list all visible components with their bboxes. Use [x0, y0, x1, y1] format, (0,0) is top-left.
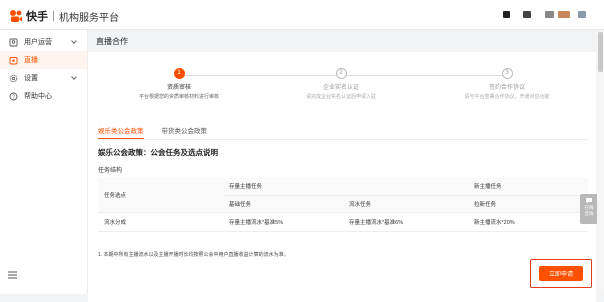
notification-icon[interactable]	[503, 11, 510, 18]
step-number: 2	[335, 68, 347, 79]
live-icon	[9, 56, 18, 65]
table-header-cell: 新主播任务	[468, 178, 588, 196]
progress-steps: 1 资质审核 平台根据您的资质审核材料进行审核 2 企业实名认证 请完成企业实名…	[88, 68, 596, 118]
tab-ecommerce-policy[interactable]: 带货类公会政策	[162, 126, 208, 139]
main-content: 直播合作 1 资质审核 平台根据您的资质审核材料进行审核 2 企业实名认证 请完…	[88, 30, 596, 302]
tab-entertainment-policy[interactable]: 娱乐类公会政策	[98, 126, 144, 139]
account-badge[interactable]	[578, 11, 586, 18]
policy-note: 1. 本期中所有主播流水以及主播开播时长均按照公会中用户直播收益计算的流水为准。	[98, 252, 289, 258]
table-header-cell: 流水任务	[343, 195, 468, 213]
sidebar-item-label: 直播	[24, 57, 38, 64]
message-icon[interactable]	[523, 11, 531, 18]
step-title: 资质审核	[166, 85, 191, 91]
chevron-down-icon	[71, 38, 77, 44]
header-actions	[503, 11, 586, 18]
logo-divider	[53, 11, 54, 21]
table-cell: 流水分成	[98, 212, 223, 232]
page-title: 直播合作	[96, 37, 128, 46]
sidebar-item-user-operation[interactable]: 用户运营	[0, 33, 87, 51]
collapse-menu-icon[interactable]	[8, 266, 17, 284]
sidebar-item-settings[interactable]: 设置	[0, 69, 87, 87]
table-header-cell: 任务选点	[98, 178, 223, 213]
user-icon	[9, 38, 18, 47]
table-header-cell: 拉新任务	[468, 195, 588, 213]
table-cell: 新主播流水*20%	[468, 212, 588, 232]
table-cell: 存量主播流水*基准6%	[343, 212, 468, 232]
sidebar: 用户运营 直播 设置 ? 帮助中心	[0, 30, 88, 294]
step-title: 企业实名认证	[322, 85, 359, 91]
step-1: 1 资质审核 平台根据您的资质审核材料进行审核	[114, 68, 244, 100]
step-desc: 请完成企业实名认证后申请入驻	[305, 94, 376, 100]
svg-text:?: ?	[12, 94, 15, 100]
account-name[interactable]	[558, 11, 570, 18]
table-row: 流水分成 存量主播流水*基准5% 存量主播流水*基准6% 新主播流水*20%	[98, 212, 588, 232]
apply-now-button[interactable]: 立即申请	[539, 266, 583, 281]
sidebar-item-help-center[interactable]: ? 帮助中心	[0, 87, 87, 105]
step-3: 3 签约合作协议 请与平台签署合作协议，开通对应功能	[442, 68, 572, 100]
logo-text: 快手	[26, 11, 48, 23]
sidebar-item-label: 帮助中心	[24, 93, 52, 100]
table-header-cell: 基础任务	[223, 195, 343, 213]
logo[interactable]: 快手 机构服务平台	[9, 8, 119, 24]
online-consult-button[interactable]: 在线 咨询	[580, 194, 598, 224]
sidebar-item-label: 用户运营	[24, 39, 52, 46]
avatar[interactable]	[545, 11, 554, 18]
section-subtitle: 任务结构	[98, 168, 123, 174]
scrollbar[interactable]	[597, 30, 604, 294]
policy-table: 任务选点 存量主播任务 新主播任务 基础任务 流水任务 拉新任务 流水分成 存量…	[98, 178, 588, 232]
policy-tabs: 娱乐类公会政策 带货类公会政策	[98, 126, 588, 140]
step-desc: 请与平台签署合作协议，开通对应功能	[464, 94, 550, 100]
step-2: 2 企业实名认证 请完成企业实名认证后申请入驻	[276, 68, 406, 100]
step-number: 3	[501, 68, 513, 79]
sidebar-item-live[interactable]: 直播	[0, 51, 87, 69]
table-header-cell: 存量主播任务	[223, 178, 468, 196]
top-bar: 快手 机构服务平台	[0, 0, 604, 30]
help-icon: ?	[9, 92, 18, 101]
platform-name: 机构服务平台	[59, 12, 119, 24]
step-desc: 平台根据您的资质审核材料进行审核	[138, 94, 219, 100]
section-title: 娱乐公会政策：公会任务及选点说明	[98, 148, 218, 157]
chevron-down-icon	[71, 74, 77, 80]
step-number: 1	[173, 68, 185, 79]
step-title: 签约合作协议	[488, 85, 525, 91]
sidebar-item-label: 设置	[24, 75, 38, 82]
consult-label-line2: 咨询	[584, 211, 594, 216]
scrollbar-thumb[interactable]	[598, 32, 603, 72]
kuaishou-logo-icon	[9, 9, 23, 23]
chat-bubble-icon	[580, 197, 598, 205]
gear-icon	[9, 74, 18, 83]
table-cell: 存量主播流水*基准5%	[223, 212, 343, 232]
